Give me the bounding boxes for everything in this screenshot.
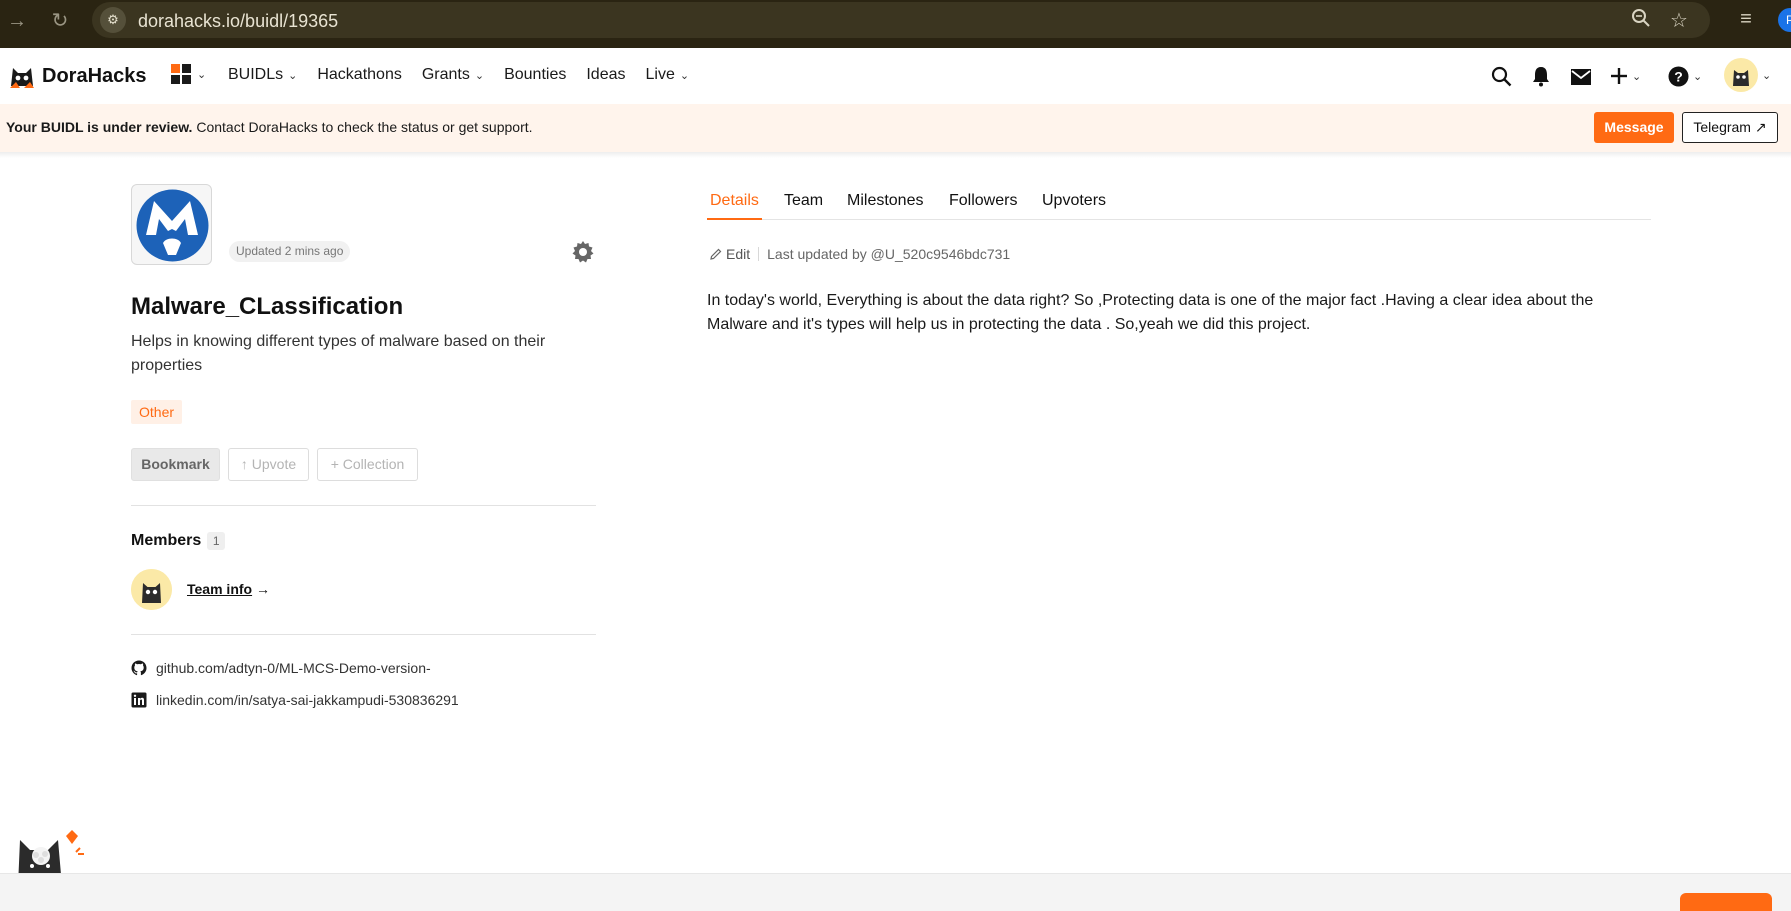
team-info-label: Team info: [187, 581, 253, 597]
help-icon: ?: [1668, 66, 1689, 86]
github-icon: [131, 660, 147, 676]
members-count-badge: 1: [207, 532, 226, 550]
star-icon[interactable]: ☆: [1666, 8, 1692, 34]
tab-upvoters[interactable]: Upvoters: [1042, 192, 1106, 220]
url-text: dorahacks.io/buidl/19365: [138, 11, 339, 31]
banner-message: Your BUIDL is under review. Contact Dora…: [6, 119, 533, 135]
tab-followers[interactable]: Followers: [949, 192, 1017, 220]
plus-icon: [1611, 68, 1627, 84]
nav-label: Grants: [421, 66, 470, 83]
bell-icon[interactable]: [1531, 64, 1551, 88]
tab-milestones[interactable]: Milestones: [847, 192, 923, 220]
add-collection-button[interactable]: + Collection: [317, 448, 418, 481]
review-banner: Your BUIDL is under review. Contact Dora…: [0, 104, 1791, 152]
project-logo: [131, 184, 212, 265]
profile-icon[interactable]: P: [1778, 8, 1791, 32]
last-updated-text: Last updated by @U_520c9546bdc731: [767, 246, 1011, 262]
nav-hackathons[interactable]: Hackathons: [317, 66, 402, 84]
address-bar[interactable]: ⚙ dorahacks.io/buidl/19365 ☆: [92, 2, 1710, 38]
nav-label: Bounties: [504, 66, 567, 83]
svg-text:?: ?: [1674, 68, 1683, 84]
zoom-icon[interactable]: [1628, 8, 1654, 34]
linkedin-link[interactable]: linkedin.com/in/satya-sai-jakkampudi-530…: [131, 692, 459, 708]
nav-live[interactable]: Live ⌄: [645, 66, 689, 84]
members-heading: Members 1: [131, 532, 226, 550]
banner-shadow: [0, 152, 1791, 158]
banner-text: Contact DoraHacks to check the status or…: [192, 119, 533, 135]
chevron-down-icon: ⌄: [197, 68, 207, 81]
tab-team[interactable]: Team: [784, 192, 823, 220]
chevron-down-icon: ⌄: [1762, 69, 1772, 82]
create-menu-button[interactable]: ⌄: [1610, 64, 1641, 88]
chevron-down-icon: ⌄: [1632, 70, 1642, 83]
chevron-down-icon: ⌄: [1693, 70, 1703, 83]
chevron-down-icon: ⌄: [474, 69, 485, 82]
chevron-down-icon: ⌄: [288, 69, 298, 82]
brand-name: DoraHacks: [42, 64, 147, 87]
nav-label: Ideas: [586, 66, 626, 83]
bookmark-button[interactable]: Bookmark: [131, 448, 220, 481]
nav-label: Hackathons: [317, 66, 402, 83]
linkedin-link-text: linkedin.com/in/satya-sai-jakkampudi-530…: [156, 692, 459, 708]
github-link[interactable]: github.com/adtyn-0/ML-MCS-Demo-version-: [131, 660, 431, 676]
browser-toolbar: → ↻ ⚙ dorahacks.io/buidl/19365 ☆ ≡ P: [0, 0, 1791, 48]
site-header: DoraHacks ⌄ BUIDLs ⌄ Hackathons Grants ⌄ B…: [0, 48, 1791, 104]
user-menu[interactable]: ⌄: [1724, 58, 1771, 92]
updated-badge: Updated 2 mins ago: [229, 241, 351, 262]
category-tag[interactable]: Other: [131, 400, 183, 424]
forward-icon[interactable]: →: [2, 6, 32, 36]
malwarebytes-logo-icon: [136, 189, 209, 262]
details-body: In today's world, Everything is about th…: [707, 292, 1594, 333]
dorahacks-logo-icon: [10, 68, 34, 88]
apps-grid-icon: [171, 64, 191, 84]
nav-label: Live: [645, 66, 675, 83]
nav-buidls[interactable]: BUIDLs ⌄: [228, 66, 297, 84]
divider: [131, 505, 596, 506]
member-avatar[interactable]: [131, 569, 172, 610]
banner-status: Your BUIDL is under review.: [6, 119, 193, 135]
github-link-text: github.com/adtyn-0/ML-MCS-Demo-version-: [156, 660, 431, 676]
edit-button[interactable]: Edit: [710, 246, 750, 262]
pencil-icon: [710, 248, 722, 260]
members-label: Members: [131, 532, 202, 549]
dorahacks-logo[interactable]: DoraHacks: [8, 62, 147, 90]
project-title: Malware_CLassification: [131, 293, 404, 320]
tab-details[interactable]: Details: [707, 192, 762, 220]
project-description: Helps in knowing different types of malw…: [131, 333, 546, 374]
nav-ideas[interactable]: Ideas: [586, 66, 625, 84]
upvote-button[interactable]: ↑ Upvote: [228, 448, 309, 481]
avatar: [1724, 58, 1758, 92]
apps-menu-button[interactable]: ⌄: [171, 64, 206, 84]
separator: [758, 247, 760, 261]
cookie-accept-button[interactable]: [1680, 893, 1772, 911]
main-nav: BUIDLs ⌄ Hackathons Grants ⌄ Bounties Idea…: [228, 66, 689, 84]
arrow-right-icon: →: [252, 581, 270, 597]
reading-list-icon[interactable]: ≡: [1733, 6, 1759, 32]
site-info-icon[interactable]: ⚙: [100, 7, 126, 33]
chevron-down-icon: ⌄: [679, 69, 690, 82]
help-menu-button[interactable]: ? ⌄: [1668, 64, 1702, 88]
divider: [131, 634, 596, 635]
nav-bounties[interactable]: Bounties: [504, 66, 566, 84]
nav-grants[interactable]: Grants ⌄: [422, 66, 484, 84]
message-button[interactable]: Message: [1594, 112, 1674, 143]
edit-label: Edit: [726, 246, 751, 262]
nav-label: BUIDLs: [228, 66, 284, 83]
settings-gear-icon[interactable]: [571, 240, 595, 264]
mail-icon[interactable]: [1570, 65, 1592, 89]
edit-row: Edit Last updated by @U_520c9546bdc731: [710, 246, 1010, 262]
team-info-link[interactable]: Team info →: [187, 581, 270, 597]
reload-icon[interactable]: ↻: [45, 6, 75, 36]
search-icon[interactable]: [1491, 64, 1512, 88]
telegram-button[interactable]: Telegram ↗: [1682, 112, 1778, 143]
linkedin-icon: [131, 692, 147, 708]
project-tabs: Details Team Milestones Followers Upvote…: [707, 192, 1651, 220]
cookie-consent-bar: [0, 873, 1791, 911]
